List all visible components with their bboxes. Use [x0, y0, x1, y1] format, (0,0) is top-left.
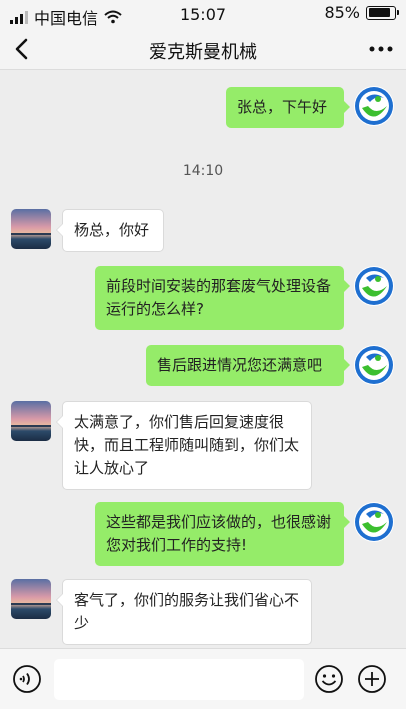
input-bar	[0, 648, 406, 709]
nav-bar: 爱克斯曼机械	[0, 28, 406, 70]
status-bar: 中国电信 15:07 85%	[0, 0, 406, 28]
voice-icon[interactable]	[12, 664, 42, 694]
battery-percent: 85%	[324, 3, 360, 22]
message-bubble-incoming[interactable]: 太满意了，你们售后回复速度很快，而且工程师随叫随到，你们太让人放心了	[56, 401, 312, 490]
emoji-icon[interactable]	[314, 664, 344, 694]
avatar[interactable]	[354, 86, 394, 126]
avatar[interactable]	[11, 579, 51, 619]
avatar[interactable]	[11, 209, 51, 249]
company-logo-icon	[355, 346, 393, 384]
more-dots-icon[interactable]	[366, 34, 396, 64]
company-logo-icon	[355, 267, 393, 305]
avatar[interactable]	[354, 502, 394, 542]
message-input[interactable]	[54, 659, 304, 700]
chat-timestamp: 14:10	[182, 163, 224, 179]
message-bubble-incoming[interactable]: 客气了，你们的服务让我们省心不少	[56, 579, 312, 645]
message-bubble-incoming[interactable]: 杨总，你好	[56, 209, 164, 252]
battery-fill	[368, 8, 390, 17]
avatar[interactable]	[354, 345, 394, 385]
message-bubble-outgoing[interactable]: 前段时间安装的那套废气处理设备运行的怎么样?	[95, 266, 350, 330]
chat-title: 爱克斯曼机械	[149, 42, 257, 63]
plus-icon[interactable]	[357, 664, 387, 694]
chat-area[interactable]: 张总，下午好 14:10 杨总，你好 前段时间安装的那套废气处理设备运行的怎么样…	[0, 70, 406, 648]
message-bubble-outgoing[interactable]: 张总，下午好	[226, 87, 350, 128]
avatar[interactable]	[354, 266, 394, 306]
message-bubble-outgoing[interactable]: 售后跟进情况您还满意吧	[146, 345, 350, 386]
company-logo-icon	[355, 503, 393, 541]
message-bubble-outgoing[interactable]: 这些都是我们应该做的，也很感谢您对我们工作的支持!	[95, 502, 350, 566]
battery-icon	[366, 5, 399, 20]
avatar[interactable]	[11, 401, 51, 441]
company-logo-icon	[355, 87, 393, 125]
status-right: 85%	[324, 3, 399, 22]
